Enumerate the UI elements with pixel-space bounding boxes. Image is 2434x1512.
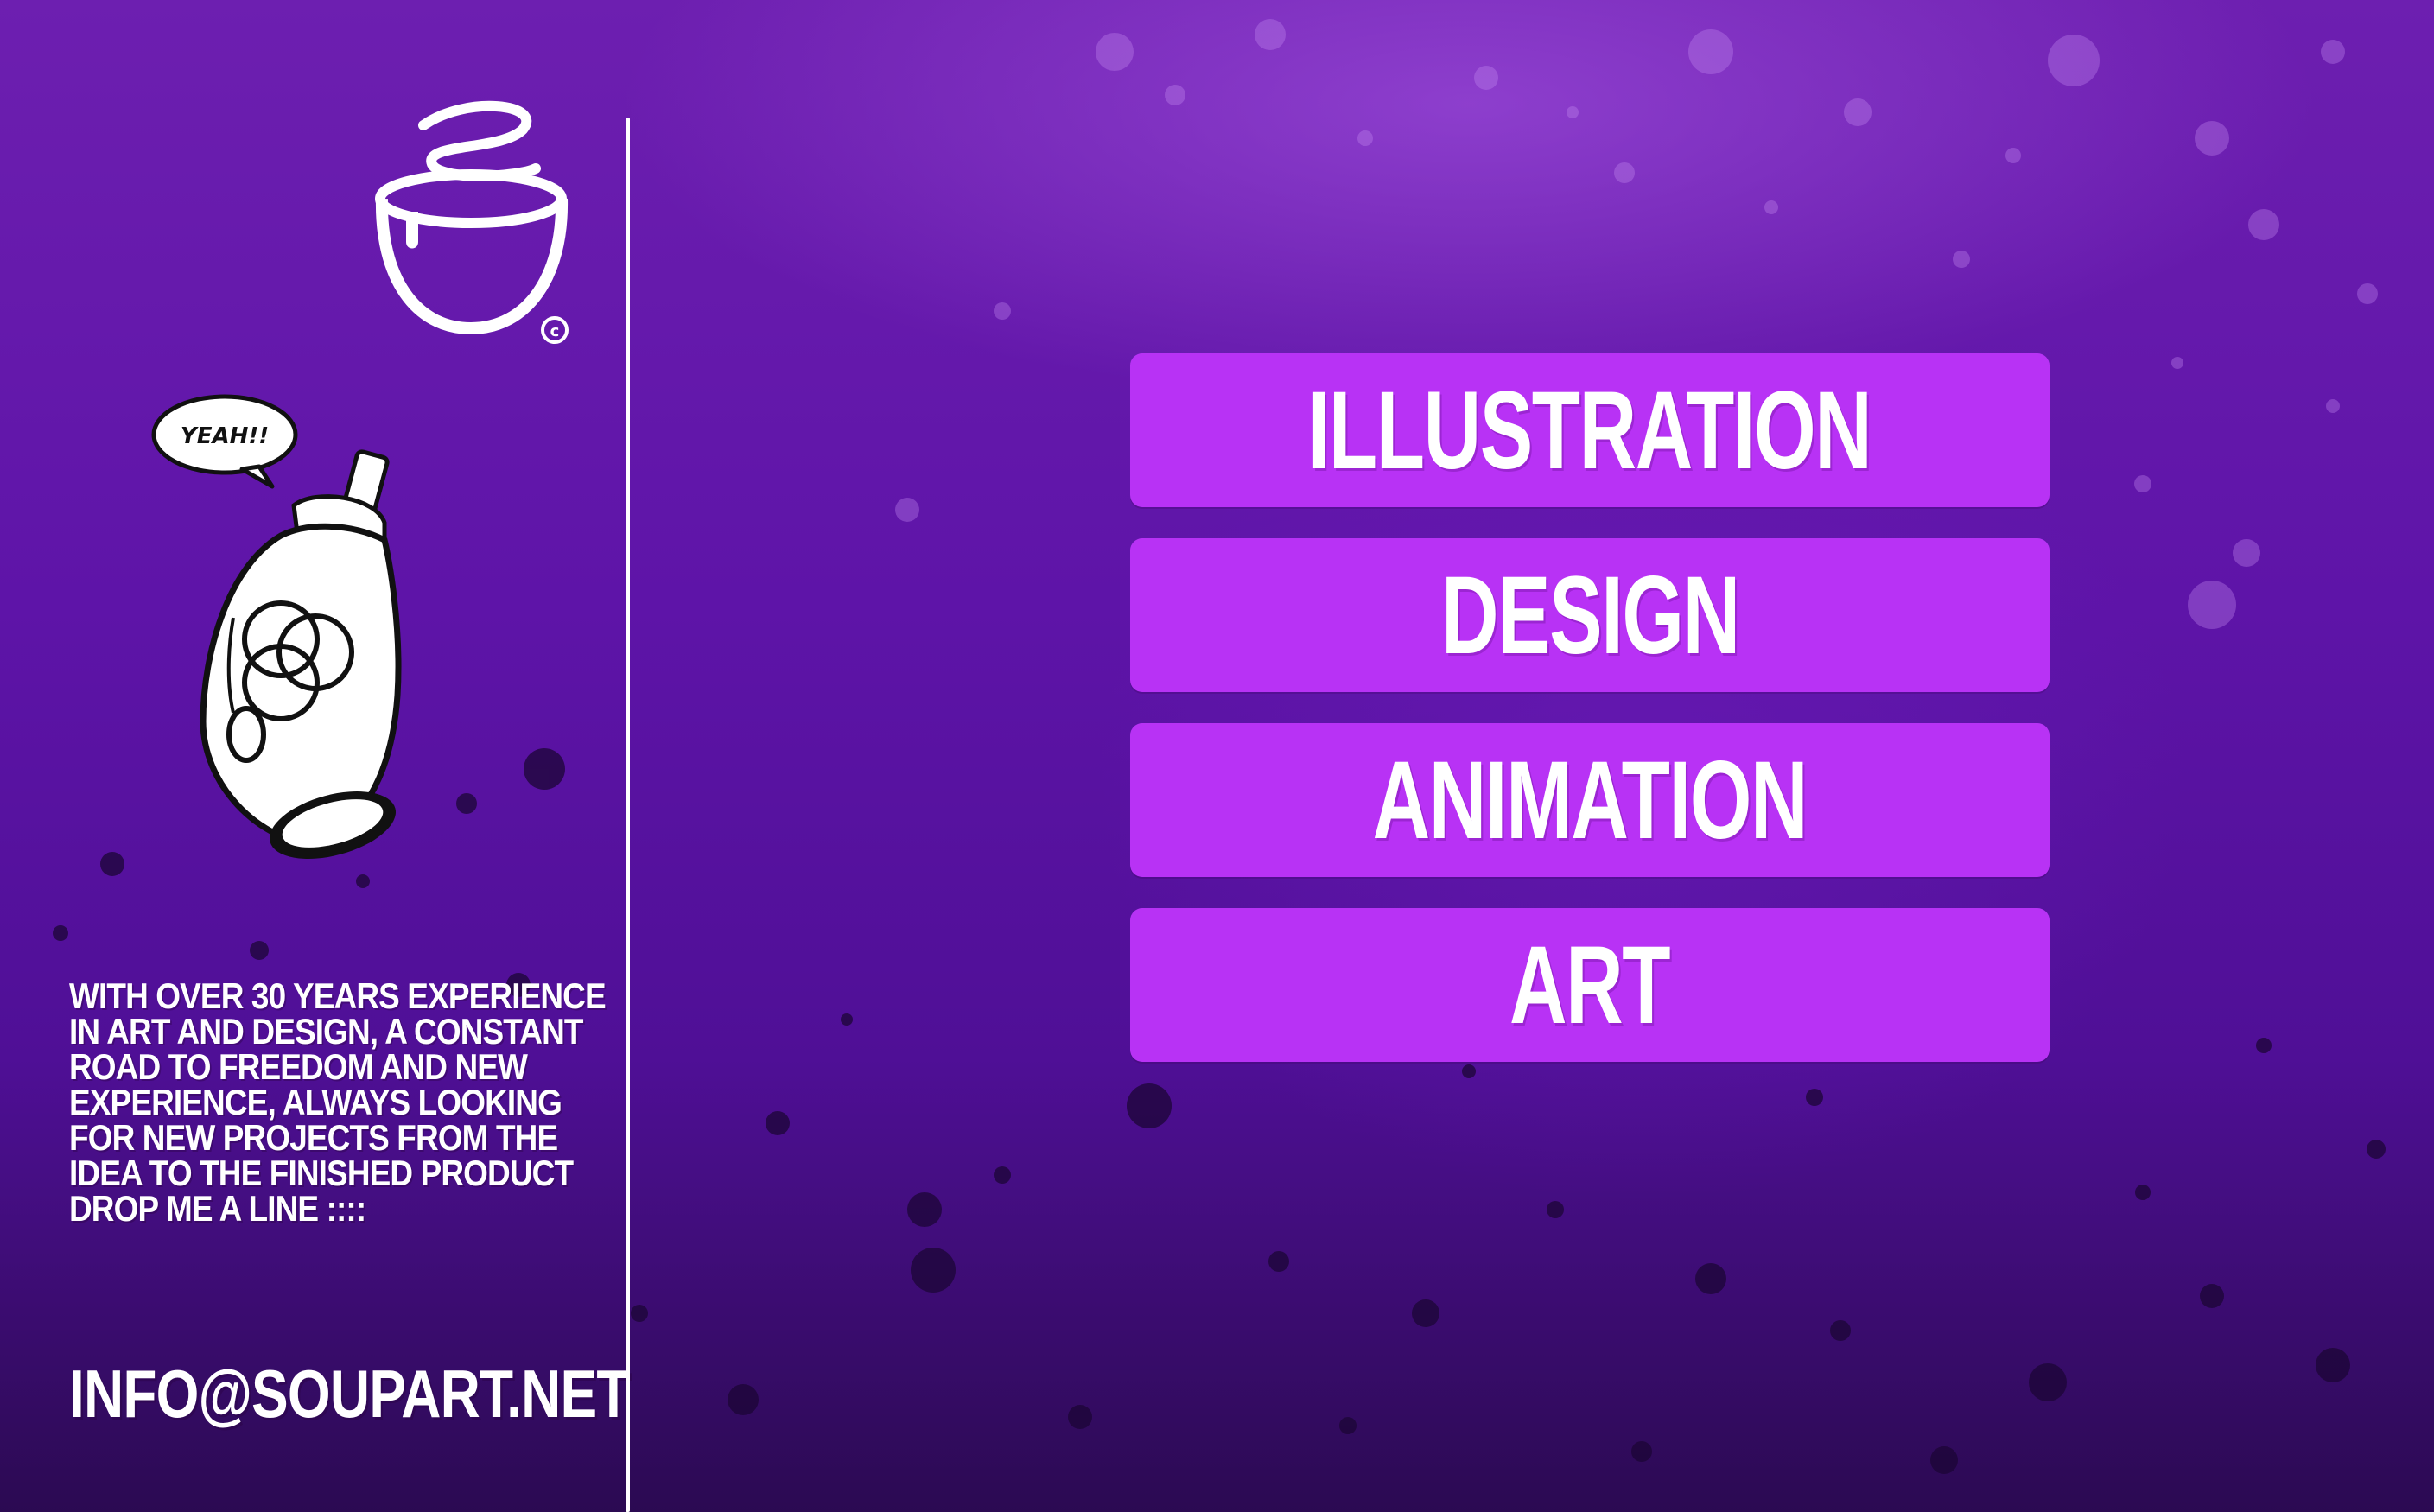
about-line: idea to the finished product [69,1153,574,1193]
menu-item-label: Animation [1372,738,1808,862]
about-text: With over 30 years experience in art and… [69,975,607,1229]
soup-bowl-logo-icon[interactable]: c [372,91,588,359]
menu-item-label: Illustration [1308,368,1872,492]
about-line: With over 30 years experience [69,975,607,1016]
main-menu: Illustration Design Animation Art [1130,353,2050,1062]
about-line: in art and design, a constant [69,1011,583,1051]
svg-text:c: c [550,322,560,340]
menu-item-illustration[interactable]: Illustration [1130,353,2050,507]
speech-bubble-text: YEAH!! [181,423,269,449]
menu-item-label: Art [1509,923,1671,1047]
about-line: for new projects from the [69,1117,558,1158]
menu-item-art[interactable]: Art [1130,908,2050,1062]
email-link[interactable]: info@soupart.net [69,1355,630,1433]
menu-item-design[interactable]: Design [1130,538,2050,692]
speech-bubble: YEAH!! [151,394,298,489]
about-line: road to freedom and new [69,1046,528,1087]
spray-can-mascot-icon: YEAH!! [151,394,402,859]
menu-item-animation[interactable]: Animation [1130,723,2050,877]
about-line: drop me a line :::: [69,1188,366,1229]
vertical-divider [626,118,630,1512]
menu-item-label: Design [1440,553,1740,677]
sidebar: c YEAH!! With over 30 years experience i… [0,0,630,1512]
about-line: experience, always looking [69,1082,562,1122]
